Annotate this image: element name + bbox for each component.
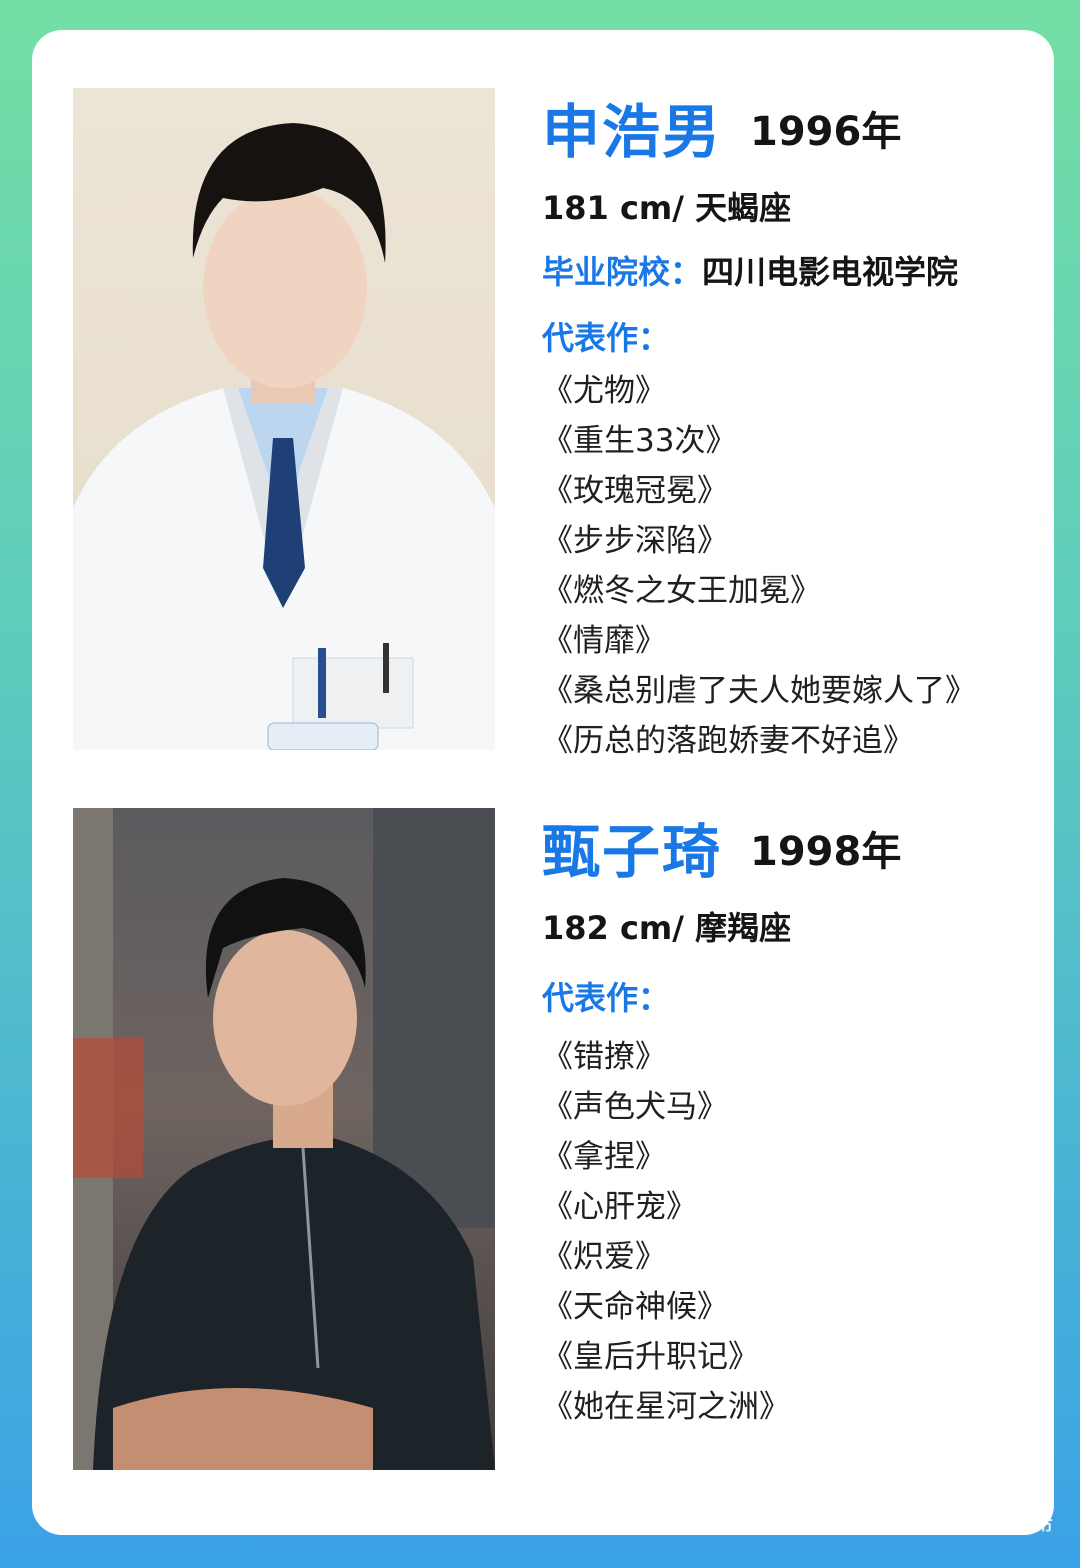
profile-info-2: 甄子琦 1998年 182 cm/ 摩羯座 代表作： 《错撩》 《声色犬马》 《… (542, 812, 1042, 1432)
height-zodiac: 181 cm/ 天蝎座 (542, 189, 792, 227)
watermark: 知乎 @剧供需 (877, 1503, 1054, 1536)
profile-info-1: 申浩男 1996年 181 cm/ 天蝎座 毕业院校：四川电影电视学院 代表作：… (542, 92, 1042, 766)
actor-photo-1 (73, 88, 495, 750)
work-item: 《尤物》 (542, 373, 666, 409)
works-heading: 代表作： (542, 979, 671, 1017)
actor-photo-2 (73, 808, 495, 1470)
works-list: 《尤物》 《重生33次》 《玫瑰冠冕》 《步步深陷》 《燃冬之女王加冕》 《情靡… (542, 366, 1042, 766)
work-item: 《重生33次》 (542, 423, 737, 459)
birth-year: 1998年 (750, 829, 902, 875)
work-item: 《玫瑰冠冕》 (542, 473, 728, 509)
work-item: 《她在星河之洲》 (542, 1389, 790, 1425)
actor-name: 申浩男 (542, 98, 723, 166)
school-label: 毕业院校： (542, 253, 703, 291)
work-item: 《历总的落跑娇妻不好追》 (542, 723, 914, 759)
works-heading: 代表作： (542, 319, 671, 357)
work-item: 《错撩》 (542, 1039, 666, 1075)
actor-name: 甄子琦 (542, 818, 723, 886)
work-item: 《拿捏》 (542, 1139, 666, 1175)
height-zodiac: 182 cm/ 摩羯座 (542, 909, 792, 947)
work-item: 《声色犬马》 (542, 1089, 728, 1125)
work-item: 《情靡》 (542, 623, 666, 659)
profile-card: 申浩男 1996年 181 cm/ 天蝎座 毕业院校：四川电影电视学院 代表作：… (32, 30, 1054, 1535)
birth-year: 1996年 (750, 109, 902, 155)
work-item: 《步步深陷》 (542, 523, 728, 559)
work-item: 《燃冬之女王加冕》 (542, 573, 821, 609)
work-item: 《炽爱》 (542, 1239, 666, 1275)
school-line: 毕业院校：四川电影电视学院 (542, 248, 1042, 296)
work-item: 《心肝宠》 (542, 1189, 697, 1225)
work-item: 《皇后升职记》 (542, 1339, 759, 1375)
school-value: 四川电影电视学院 (702, 253, 959, 291)
work-item: 《天命神候》 (542, 1289, 728, 1325)
works-list: 《错撩》 《声色犬马》 《拿捏》 《心肝宠》 《炽爱》 《天命神候》 《皇后升职… (542, 1032, 1042, 1432)
work-item: 《桑总别虐了夫人她要嫁人了》 (542, 673, 976, 709)
